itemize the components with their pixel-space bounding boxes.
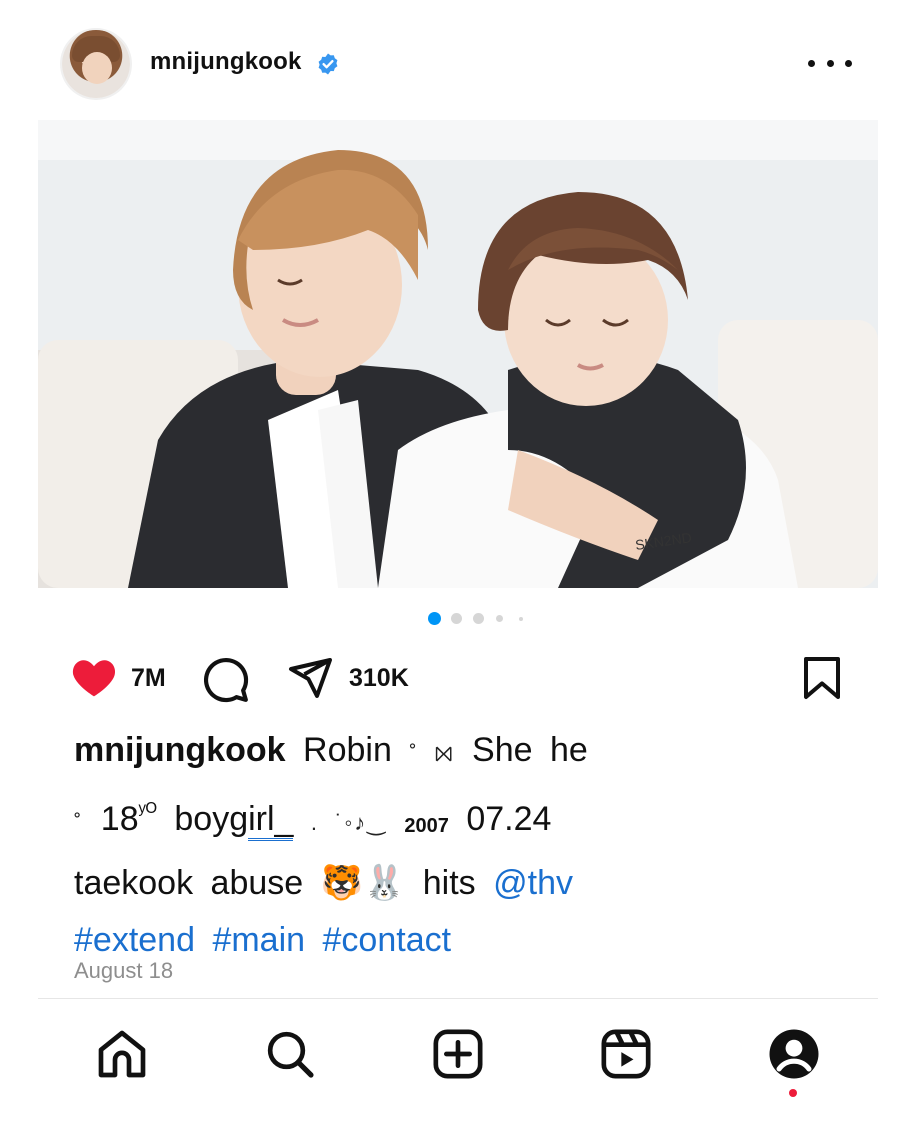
post-photo[interactable]: SKN2ND [38,120,878,588]
caption-glyph: . ˙◦♪‿ [310,810,387,835]
carousel-dot-active [428,612,441,625]
caption-word: boygirl_ [174,800,294,841]
home-icon[interactable] [94,1026,150,1082]
post-header: mnijungkook [0,0,920,120]
caption-date-code: 07.24 [466,800,552,838]
heart-icon[interactable] [68,654,120,702]
more-options-icon[interactable] [808,50,852,76]
caption-age: 18 [100,800,139,838]
bottom-nav [0,1000,920,1133]
caption-word-plain: boyg [174,800,249,838]
caption-word: taekook [74,864,194,902]
post-date: August 18 [74,958,174,983]
caption-word: abuse [210,864,304,902]
post-caption: mnijungkook Robin ˚ ⨝ She he ˚ 18ʸᴼ boyg… [74,722,874,969]
carousel-dot [451,613,462,624]
post-actions: 7M 310K [0,650,920,706]
profile-icon[interactable] [766,1026,822,1082]
mention-link[interactable]: @thv [493,864,573,902]
notification-dot [789,1089,797,1097]
create-icon[interactable] [430,1026,486,1082]
caption-word-link[interactable]: irl_ [248,800,294,841]
caption-glyph: ˚ ⨝ [409,741,455,766]
carousel-indicator [428,612,528,626]
avatar[interactable] [62,30,130,98]
verified-badge-icon [318,53,338,75]
caption-username[interactable]: mnijungkook [74,731,286,769]
share-icon[interactable] [286,654,334,702]
comment-icon[interactable] [200,654,250,704]
caption-word: hits [422,864,476,902]
post-image: SKN2ND [38,120,878,588]
reels-icon[interactable] [598,1026,654,1082]
caption-year: 2007 [404,815,449,837]
bookmark-icon[interactable] [798,654,846,702]
hashtag-link[interactable]: #main [212,921,305,959]
carousel-dot [519,617,523,621]
caption-glyph: ˚ [74,810,84,835]
divider [38,998,878,999]
caption-word: he [549,731,588,769]
share-count[interactable]: 310K [349,664,409,693]
carousel-dot [473,613,484,624]
avatar-face [82,52,112,84]
caption-word: Robin [303,731,392,769]
caption-age-sup: ʸᴼ [138,798,157,823]
search-icon[interactable] [262,1026,318,1082]
hashtag-link[interactable]: #extend [74,921,195,959]
carousel-dot [496,615,503,622]
caption-emoji: 🐯🐰 [320,864,406,902]
caption-word: She [472,731,533,769]
instagram-post-screen: mnijungkook SKN2ND 7M 310K mnijungkook R… [0,0,920,1133]
like-count[interactable]: 7M [131,664,166,693]
post-username[interactable]: mnijungkook [150,48,302,76]
hashtag-link[interactable]: #contact [323,921,452,959]
